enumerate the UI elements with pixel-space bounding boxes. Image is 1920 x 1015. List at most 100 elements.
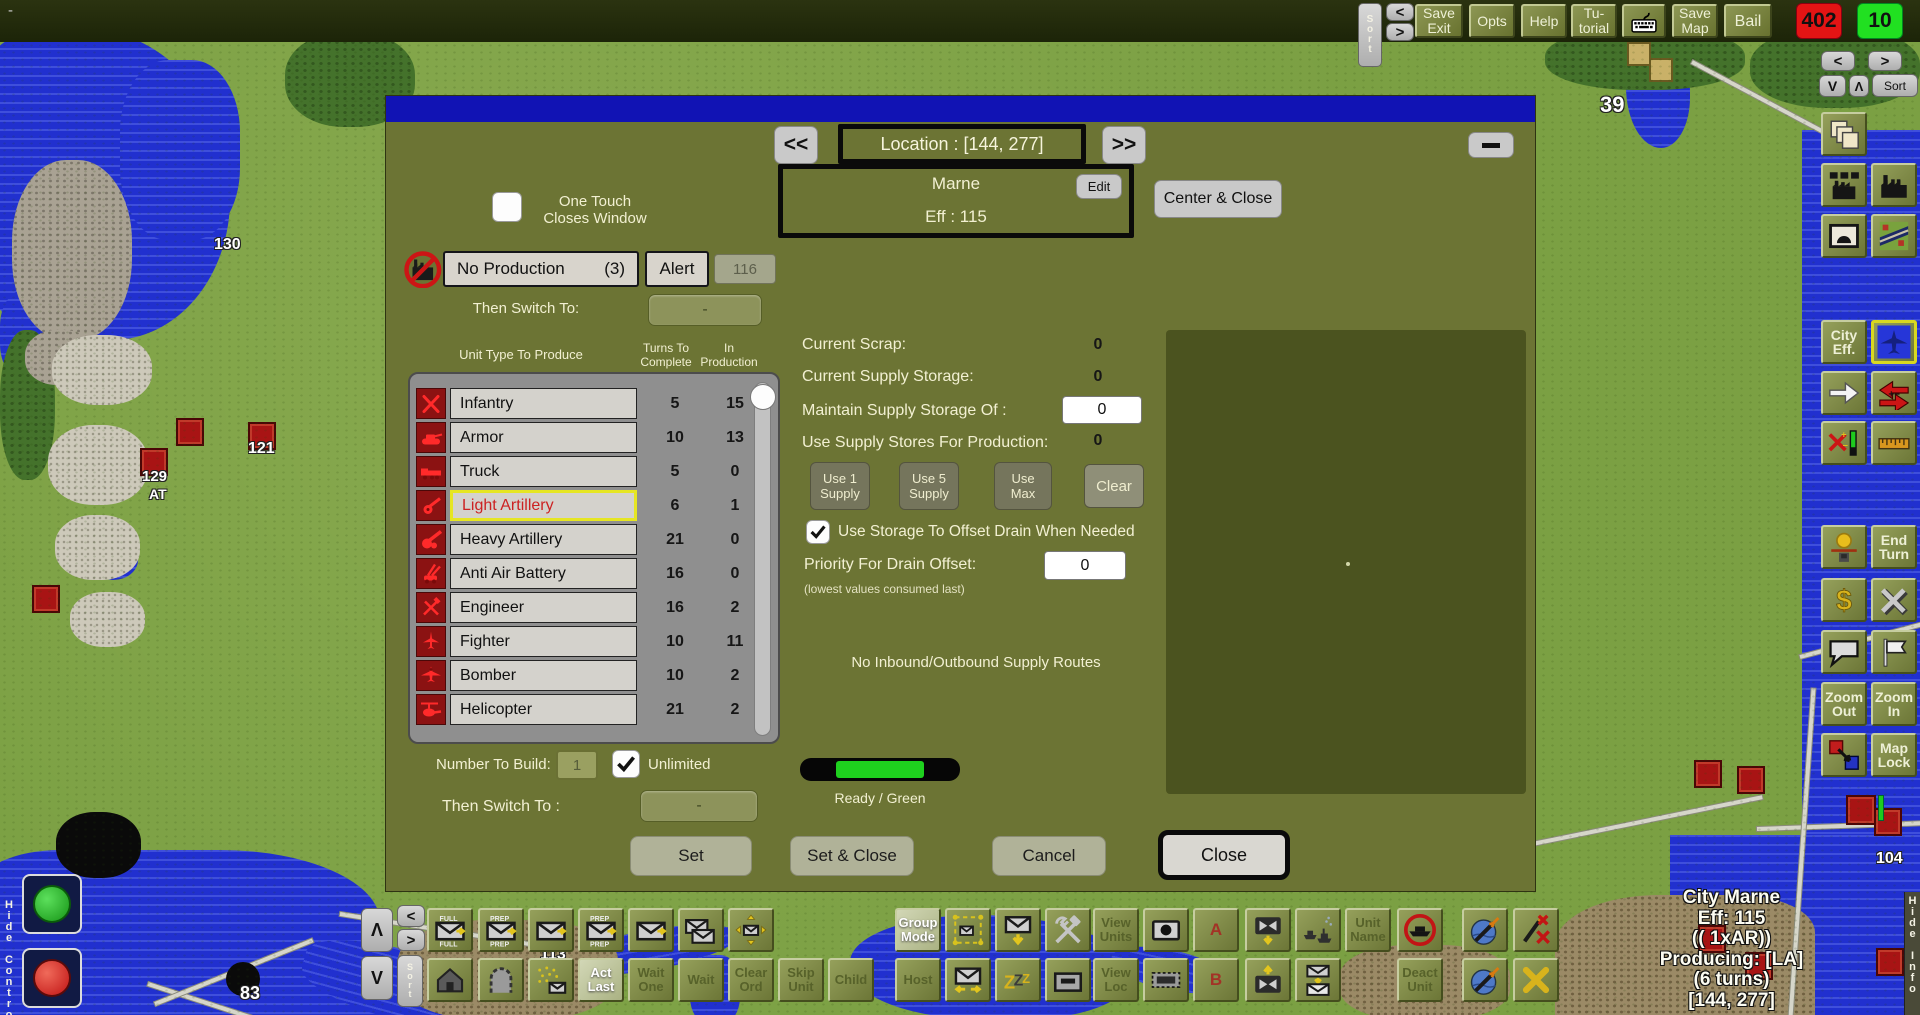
wait-button[interactable]: Wait — [678, 958, 724, 1002]
nav-left-button[interactable]: < — [397, 905, 425, 927]
group-mode-button[interactable]: Group Mode — [895, 908, 941, 952]
red-light-button[interactable] — [22, 948, 82, 1008]
x-yellow-icon[interactable] — [1513, 958, 1559, 1002]
x-gray-icon[interactable] — [1871, 578, 1917, 622]
unit-row-armor[interactable]: Armor1013 — [410, 422, 778, 453]
plane-blue-icon[interactable] — [1871, 320, 1917, 364]
sidebar-sort-button[interactable]: Sort — [1872, 74, 1918, 97]
clear-ord-button[interactable]: Clear Ord — [728, 958, 774, 1002]
b-button[interactable]: B — [1193, 958, 1239, 1002]
factory-icon[interactable] — [1871, 163, 1917, 207]
house-icon[interactable] — [427, 958, 473, 1002]
a-button[interactable]: A — [1193, 908, 1239, 952]
unit-name-button[interactable]: Bomber — [450, 660, 637, 691]
set-button[interactable]: Set — [630, 836, 752, 876]
one-touch-checkbox[interactable] — [492, 192, 522, 222]
flag-icon[interactable] — [1871, 630, 1917, 674]
priority-offset-input[interactable]: 0 — [1044, 551, 1126, 580]
tutorial-button[interactable]: Tu- torial — [1571, 4, 1617, 38]
nav-up-button[interactable]: Λ — [361, 908, 393, 952]
prev-city-button[interactable]: << — [774, 126, 818, 164]
offset-drain-checkbox[interactable] — [806, 520, 830, 544]
next-city-button[interactable]: >> — [1102, 126, 1146, 164]
scrollb​ar-thumb[interactable] — [750, 384, 776, 410]
unit-row-light-artillery[interactable]: Light Artillery61 — [410, 490, 778, 521]
center-close-button[interactable]: Center & Close — [1154, 180, 1282, 218]
map-lock-button[interactable]: Map Lock — [1871, 733, 1917, 777]
bunker-icon[interactable] — [1045, 958, 1091, 1002]
unit-name-button[interactable]: Truck — [450, 456, 637, 487]
envelope-arrow-icon[interactable] — [628, 908, 674, 952]
then-switch-dropdown[interactable]: - — [648, 294, 762, 326]
green-light-button[interactable] — [22, 874, 82, 934]
ruler-icon[interactable] — [1871, 421, 1917, 465]
child-button[interactable]: Child — [828, 958, 874, 1002]
unit-name-button[interactable]: Infantry — [450, 388, 637, 419]
missile-globe-icon[interactable] — [1462, 908, 1508, 952]
unit-row-truck[interactable]: Truck50 — [410, 456, 778, 487]
sidebar-prev-button[interactable]: < — [1821, 51, 1855, 71]
deact-unit-button[interactable]: Deact Unit — [1397, 958, 1443, 1002]
envelope-arrow-icon[interactable] — [528, 908, 574, 952]
missile-globe-icon[interactable] — [1462, 958, 1508, 1002]
end-turn-button[interactable]: End Turn — [1871, 525, 1917, 569]
close-button[interactable]: Close — [1158, 830, 1290, 880]
save-map-button[interactable]: Save Map — [1672, 4, 1718, 38]
picture-icon[interactable] — [1821, 214, 1867, 258]
nav-down-button[interactable]: V — [361, 956, 393, 1000]
envelope-prep-icon[interactable]: PREPPREP — [478, 908, 524, 952]
zoom-in-button[interactable]: Zoom In — [1871, 682, 1917, 726]
carrier-up-icon[interactable] — [1245, 958, 1291, 1002]
unit-name-button[interactable]: Heavy Artillery — [450, 524, 637, 555]
supply-arrows-icon[interactable]: +− — [1871, 371, 1917, 415]
unit-row-bomber[interactable]: Bomber102 — [410, 660, 778, 691]
unit-name-button[interactable]: Light Artillery — [450, 490, 637, 521]
dotted-box-icon[interactable] — [1143, 958, 1189, 1002]
ships-icon[interactable] — [1295, 908, 1341, 952]
unit-row-fighter[interactable]: Fighter1011 — [410, 626, 778, 657]
maintain-storage-input[interactable]: 0 — [1062, 396, 1142, 424]
unit-row-heavy-artillery[interactable]: Heavy Artillery210 — [410, 524, 778, 555]
act-last-button[interactable]: Act Last — [578, 958, 624, 1002]
unit-row-infantry[interactable]: Infantry515 — [410, 388, 778, 419]
dollar-icon[interactable]: $ — [1821, 578, 1867, 622]
alert-button[interactable]: Alert — [645, 251, 709, 287]
save-exit-button[interactable]: Save Exit — [1415, 4, 1463, 38]
speech-bubble-icon[interactable] — [1821, 630, 1867, 674]
use-5-supply-button[interactable]: Use 5 Supply — [899, 462, 959, 510]
unit-row-helicopter[interactable]: Helicopter212 — [410, 694, 778, 725]
envelope-leftright-icon[interactable] — [945, 958, 991, 1002]
ship-circle-icon[interactable] — [1397, 908, 1443, 952]
unit-list-scrollbar[interactable] — [754, 382, 771, 736]
scatter-orders-icon[interactable] — [528, 958, 574, 1002]
sidebar-down-button[interactable]: V — [1819, 75, 1846, 97]
sidebar-next-button[interactable]: > — [1868, 51, 1902, 71]
clear-button[interactable]: Clear — [1084, 464, 1144, 508]
unlimited-checkbox[interactable] — [612, 750, 640, 778]
white-arrow-icon[interactable] — [1821, 371, 1867, 415]
sleep-zzz-icon[interactable]: ZZZ — [995, 958, 1041, 1002]
missile-abort-icon[interactable] — [1513, 908, 1559, 952]
combat-supply-icon[interactable]: +− — [1821, 421, 1867, 465]
skip-unit-button[interactable]: Skip Unit — [778, 958, 824, 1002]
unit-name-button[interactable]: Fighter — [450, 626, 637, 657]
wait-one-button[interactable]: Wait One — [628, 958, 674, 1002]
next-button[interactable]: > — [1386, 23, 1414, 41]
city-eff.-button[interactable]: City Eff. — [1821, 320, 1867, 364]
unit-row-engineer[interactable]: Engineer162 — [410, 592, 778, 623]
opts-button[interactable]: Opts — [1469, 4, 1515, 38]
unit-name-button[interactable]: Helicopter — [450, 694, 637, 725]
hide-info-strip[interactable]: H i d e I n f o — [1904, 892, 1920, 1015]
minimize-button[interactable] — [1468, 132, 1514, 158]
stacked-windows-icon[interactable] — [1821, 112, 1867, 156]
cancel-button[interactable]: Cancel — [992, 836, 1106, 876]
then-switch2-dropdown[interactable]: - — [640, 790, 758, 822]
prev-button[interactable]: < — [1386, 3, 1414, 21]
envelope-unload-icon[interactable] — [995, 908, 1041, 952]
unit-name-button[interactable]: Unit Name — [1345, 908, 1391, 952]
sentry-sun-icon[interactable] — [1821, 525, 1867, 569]
use-1-supply-button[interactable]: Use 1 Supply — [810, 462, 870, 510]
sort-vertical-button[interactable]: S o r t — [1358, 3, 1382, 67]
carrier-down-icon[interactable] — [1245, 908, 1291, 952]
number-to-build-input[interactable]: 1 — [556, 750, 598, 780]
